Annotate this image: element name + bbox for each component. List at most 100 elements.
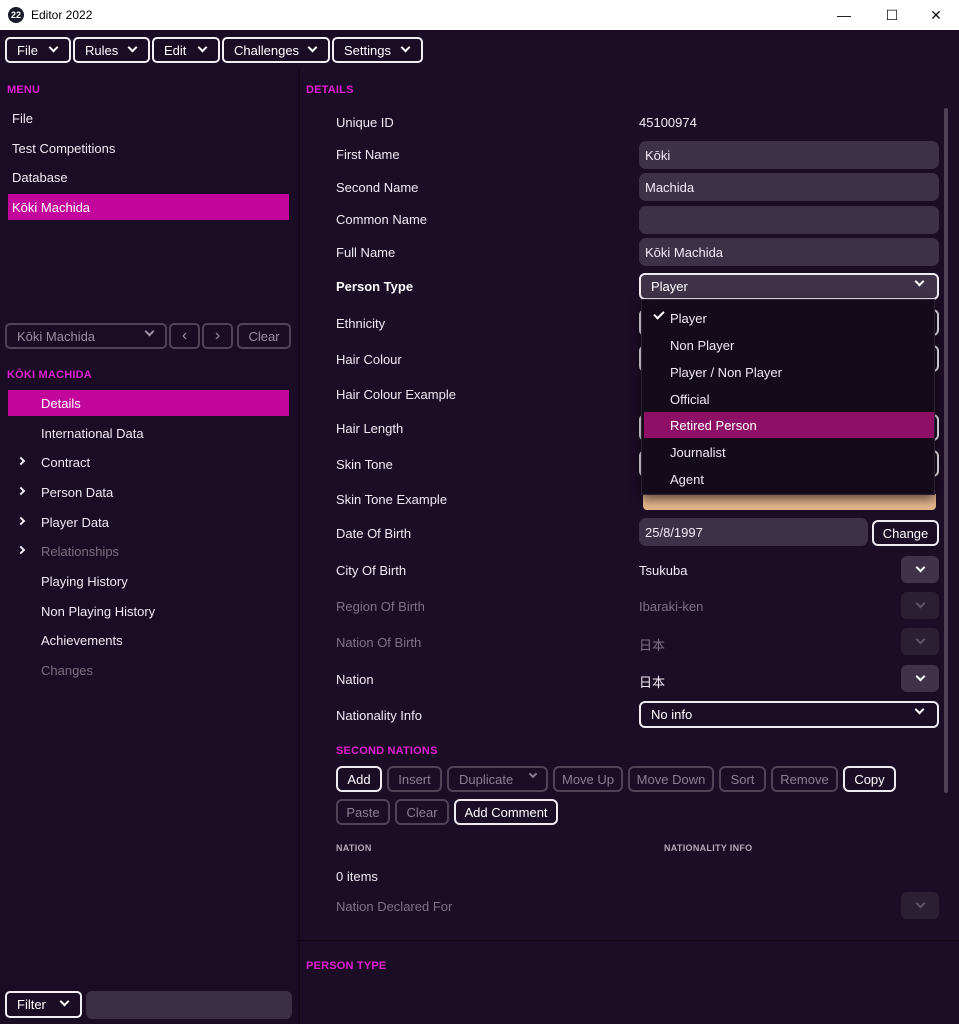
person-selector-label: Kōki Machida	[17, 328, 96, 344]
nationality-info-label: Nationality Info	[336, 708, 422, 723]
region-dropdown-button[interactable]	[901, 592, 939, 619]
chevron-down-icon	[144, 326, 155, 337]
filter-button[interactable]: Filter	[5, 991, 82, 1018]
sidebar-item-database[interactable]: Database	[8, 164, 289, 190]
city-of-birth-value: Tsukuba	[639, 563, 688, 578]
nation-of-birth-value: 日本	[639, 638, 666, 653]
second-nations-heading: SECOND NATIONS	[336, 745, 438, 757]
sidebar-item-file[interactable]: File	[8, 105, 289, 131]
menu-settings[interactable]: Settings	[332, 37, 423, 63]
nation-declared-for-label: Nation Declared For	[336, 899, 453, 914]
sidebar-item-non-playing-history[interactable]: Non Playing History	[8, 598, 289, 624]
sidebar-item-player-data[interactable]: Player Data	[8, 509, 289, 535]
sidebar-item-person[interactable]: Kōki Machida	[8, 194, 289, 220]
chevron-down-icon	[915, 562, 925, 573]
menu-settings-label: Settings	[344, 42, 391, 58]
common-name-field[interactable]	[639, 206, 939, 234]
title-bar: 22 Editor 2022 — ☐ ✕	[0, 0, 959, 30]
first-name-field[interactable]: Kōki	[639, 141, 939, 169]
nation-of-birth-dropdown-button[interactable]	[901, 628, 939, 655]
first-name-label: First Name	[336, 147, 400, 162]
city-of-birth-label: City Of Birth	[336, 563, 407, 578]
option-journalist[interactable]: Journalist	[644, 439, 934, 465]
menu-file[interactable]: File	[5, 37, 71, 63]
menu-rules[interactable]: Rules	[73, 37, 150, 63]
hair-length-label: Hair Length	[336, 421, 404, 436]
scrollbar[interactable]	[944, 108, 948, 793]
move-up-button[interactable]: Move Up	[553, 766, 623, 792]
close-button[interactable]: ✕	[913, 0, 959, 30]
maximize-button[interactable]: ☐	[869, 0, 915, 30]
next-button[interactable]: ›	[202, 323, 233, 349]
nation-declared-dropdown-button[interactable]	[901, 892, 939, 919]
sidebar-item-label: Person Data	[41, 484, 114, 500]
chevron-down-icon	[528, 769, 538, 779]
minimize-button[interactable]: —	[821, 0, 867, 30]
chevron-right-icon	[16, 545, 26, 555]
chevron-down-icon	[127, 42, 138, 53]
change-dob-button[interactable]: Change	[872, 520, 939, 546]
panel-divider	[300, 940, 959, 941]
nation-column-header[interactable]: NATION	[336, 843, 372, 853]
city-dropdown-button[interactable]	[901, 556, 939, 583]
option-non-player[interactable]: Non Player	[644, 332, 934, 358]
person-type-heading: PERSON TYPE	[306, 960, 387, 972]
nationality-info-column-header[interactable]: NATIONALITY INFO	[664, 843, 752, 853]
menu-file-label: File	[17, 42, 38, 58]
copy-button[interactable]: Copy	[843, 766, 896, 792]
chevron-down-icon	[915, 634, 925, 645]
sidebar-item-relationships[interactable]: Relationships	[8, 538, 289, 564]
sidebar-item-label: Contract	[41, 454, 91, 470]
menu-challenges[interactable]: Challenges	[222, 37, 330, 63]
add-button[interactable]: Add	[336, 766, 382, 792]
sidebar-item-achievements[interactable]: Achievements	[8, 627, 289, 653]
clear-nav-button[interactable]: Clear	[237, 323, 291, 349]
insert-button[interactable]: Insert	[387, 766, 442, 792]
skin-tone-swatch	[643, 494, 936, 510]
sidebar-item-playing-history[interactable]: Playing History	[8, 568, 289, 594]
filter-input[interactable]	[86, 991, 292, 1019]
sidebar-item-person-data[interactable]: Person Data	[8, 479, 289, 505]
second-name-label: Second Name	[336, 180, 419, 195]
menu-challenges-label: Challenges	[234, 42, 300, 58]
nationality-info-dropdown[interactable]: No info	[639, 701, 939, 728]
sidebar-item-contract[interactable]: Contract	[8, 449, 289, 475]
menu-edit[interactable]: Edit	[152, 37, 220, 63]
unique-id-label: Unique ID	[336, 115, 394, 130]
sidebar-item-test-competitions[interactable]: Test Competitions	[8, 135, 289, 161]
prev-button[interactable]: ‹	[169, 323, 200, 349]
sidebar-item-international-data[interactable]: International Data	[8, 420, 289, 446]
clear-button[interactable]: Clear	[395, 799, 449, 825]
person-heading: KŌKI MACHIDA	[7, 369, 92, 381]
full-name-field[interactable]: Kōki Machida	[639, 238, 939, 266]
second-name-field[interactable]: Machida	[639, 173, 939, 201]
sidebar-item-label: Relationships	[41, 543, 120, 559]
sort-button[interactable]: Sort	[719, 766, 766, 792]
person-type-dropdown[interactable]: Player	[639, 273, 939, 300]
app-logo-icon: 22	[8, 7, 24, 23]
sidebar-item-label: Player Data	[41, 514, 109, 530]
nation-dropdown-button[interactable]	[901, 665, 939, 692]
move-down-button[interactable]: Move Down	[628, 766, 714, 792]
details-heading: DETAILS	[306, 84, 354, 96]
option-agent[interactable]: Agent	[644, 466, 934, 492]
person-selector[interactable]: Kōki Machida	[5, 323, 167, 349]
sidebar-item-changes[interactable]: Changes	[8, 657, 289, 683]
dob-field[interactable]: 25/8/1997	[639, 518, 868, 546]
hair-colour-example-label: Hair Colour Example	[336, 387, 456, 402]
duplicate-button[interactable]: Duplicate	[447, 766, 548, 792]
sidebar-item-details[interactable]: Details	[8, 390, 289, 416]
option-player-non-player[interactable]: Player / Non Player	[644, 359, 934, 385]
remove-button[interactable]: Remove	[771, 766, 838, 792]
add-comment-button[interactable]: Add Comment	[454, 799, 558, 825]
chevron-down-icon	[59, 996, 70, 1007]
nation-value: 日本	[639, 675, 666, 690]
checkmark-icon	[653, 308, 665, 320]
chevron-down-icon	[400, 42, 411, 53]
paste-button[interactable]: Paste	[336, 799, 390, 825]
menu-heading: MENU	[7, 84, 41, 96]
option-official[interactable]: Official	[644, 386, 934, 412]
chevron-down-icon	[915, 598, 925, 609]
option-player[interactable]: Player	[644, 305, 934, 331]
option-retired-person[interactable]: Retired Person	[644, 412, 934, 438]
